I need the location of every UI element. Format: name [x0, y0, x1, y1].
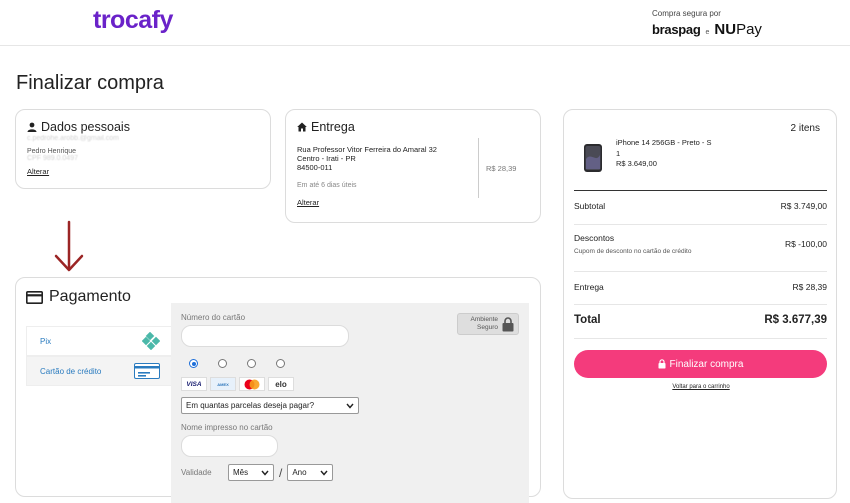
personal-data-title: Dados pessoais: [27, 120, 259, 134]
arrow-down-icon: [54, 220, 84, 272]
discount-row: Descontos Cupom de desconto no cartão de…: [574, 233, 827, 255]
summary-divider: [574, 190, 827, 191]
visa-logo[interactable]: VISA: [181, 377, 207, 391]
braspag-logo: braspag: [652, 22, 701, 37]
secure-payment-badge: Compra segura por braspag e NUPay: [652, 9, 762, 38]
brand-separator: e: [705, 29, 710, 36]
pix-icon: [142, 332, 160, 350]
year-value: Ano: [292, 468, 307, 477]
validity-row: Validade Mês / Ano: [181, 464, 519, 481]
personal-data-title-text: Dados pessoais: [41, 120, 130, 134]
elo-logo[interactable]: elo: [268, 377, 294, 391]
user-cpf: CPF 989.0.0497: [27, 155, 78, 162]
month-select[interactable]: Mês: [228, 464, 274, 481]
chevron-down-icon: [320, 470, 328, 476]
brand-radio-elo[interactable]: [276, 359, 285, 368]
header: trocafy Compra segura por braspag e NUPa…: [0, 0, 850, 46]
secure-env-line1: Ambiente: [470, 316, 498, 323]
order-summary-card: 2 itens iPhone 14 256GB - Preto - S 1 R$…: [563, 109, 837, 499]
card-number-input[interactable]: [181, 325, 349, 347]
lock-icon: [658, 359, 666, 369]
pix-label: Pix: [40, 336, 52, 346]
chevron-down-icon: [346, 403, 354, 409]
back-to-cart-link[interactable]: Voltar para o carrinho: [564, 384, 838, 390]
total-label: Total: [574, 314, 601, 326]
subtotal-row: Subtotal R$ 3.749,00: [574, 201, 827, 211]
year-select[interactable]: Ano: [287, 464, 334, 481]
card-brands: VISA AMEX elo: [181, 377, 519, 391]
change-personal-data-link[interactable]: Alterar: [27, 167, 259, 176]
card-name-input[interactable]: [181, 435, 278, 457]
secure-env-line2: Seguro: [477, 324, 498, 331]
validity-slash: /: [279, 465, 283, 480]
total-row: Total R$ 3.677,39: [574, 314, 827, 326]
subtotal-label: Subtotal: [574, 201, 606, 211]
iphone-product-image: [584, 144, 602, 172]
installments-value: Em quantas parcelas deseja pagar?: [186, 401, 315, 410]
validity-label: Validade: [181, 468, 212, 477]
items-count: 2 itens: [790, 123, 820, 134]
payment-method-pix[interactable]: Pix: [26, 326, 174, 356]
brand-radio-amex[interactable]: [218, 359, 227, 368]
product-name: iPhone 14 256GB - Preto - S: [616, 138, 712, 147]
month-value: Mês: [233, 468, 249, 477]
card-name-label: Nome impresso no cartão: [181, 423, 273, 432]
discount-description: Cupom de desconto no cartão de crédito: [574, 248, 692, 255]
shipping-row: Entrega R$ 28,39: [574, 282, 827, 292]
user-icon: [27, 122, 37, 132]
user-name: Pedro Henrique: [27, 148, 77, 155]
finalize-purchase-button[interactable]: Finalizar compra: [574, 350, 827, 378]
payment-methods: Pix Cartão de crédito: [26, 326, 174, 386]
discount-label: Descontos: [574, 233, 615, 243]
page-title: Finalizar compra: [16, 72, 164, 94]
finalize-purchase-label: Finalizar compra: [669, 358, 744, 370]
payment-partners: braspag e NUPay: [652, 21, 762, 38]
credit-card-icon: [26, 290, 43, 304]
secure-environment-badge: Ambiente Seguro: [457, 313, 519, 335]
amex-logo[interactable]: AMEX: [210, 377, 236, 391]
change-delivery-link[interactable]: Alterar: [297, 198, 529, 207]
product-qty: 1: [616, 148, 621, 158]
shipping-value: R$ 28,39: [792, 282, 828, 292]
payment-title-text: Pagamento: [49, 288, 131, 305]
credit-card-form: Número do cartão Ambiente Seguro VISA AM…: [171, 303, 529, 503]
product-price: R$ 3.649,00: [616, 159, 657, 168]
delivery-title: Entrega: [297, 120, 529, 134]
delivery-divider: [478, 138, 479, 198]
card-method-icon: [134, 363, 160, 379]
summary-divider: [574, 271, 827, 272]
delivery-eta: Em até 6 dias úteis: [297, 182, 357, 189]
subtotal-value: R$ 3.749,00: [780, 201, 827, 211]
card-brand-radios: [189, 359, 519, 368]
nupay-logo: NUPay: [714, 21, 762, 38]
payment-method-credit-card[interactable]: Cartão de crédito: [26, 356, 174, 386]
total-value: R$ 3.677,39: [764, 314, 827, 326]
trocafy-logo[interactable]: trocafy: [93, 6, 173, 35]
summary-divider: [574, 224, 827, 225]
address-street: Rua Professor Vitor Ferreira do Amaral 3…: [297, 145, 437, 154]
home-icon: [297, 122, 307, 132]
address-district: Centro - Irati - PR: [297, 154, 356, 163]
chevron-down-icon: [261, 470, 269, 476]
credit-card-label: Cartão de crédito: [40, 366, 102, 376]
user-email: c.pedrohe.arobb.@gmail.com: [27, 135, 119, 142]
delivery-price: R$ 28,39: [486, 164, 517, 173]
summary-divider: [574, 338, 827, 339]
product-info: iPhone 14 256GB - Preto - S 1 R$ 3.649,0…: [616, 138, 711, 170]
mastercard-logo[interactable]: [239, 377, 265, 391]
discount-value: R$ -100,00: [784, 239, 827, 249]
secure-text: Compra segura por: [652, 9, 721, 18]
shipping-label: Entrega: [574, 282, 604, 292]
personal-data-card: Dados pessoais c.pedrohe.arobb.@gmail.co…: [15, 109, 271, 189]
delivery-card: Entrega Rua Professor Vitor Ferreira do …: [285, 109, 541, 223]
delivery-title-text: Entrega: [311, 120, 355, 134]
brand-radio-visa[interactable]: [189, 359, 198, 368]
lock-icon: [502, 316, 514, 331]
brand-radio-mastercard[interactable]: [247, 359, 256, 368]
mastercard-icon: [244, 379, 260, 389]
payment-card: Pagamento Pix Cartão de crédito Número d…: [15, 277, 541, 503]
summary-divider: [574, 304, 827, 305]
installments-select[interactable]: Em quantas parcelas deseja pagar?: [181, 397, 359, 414]
